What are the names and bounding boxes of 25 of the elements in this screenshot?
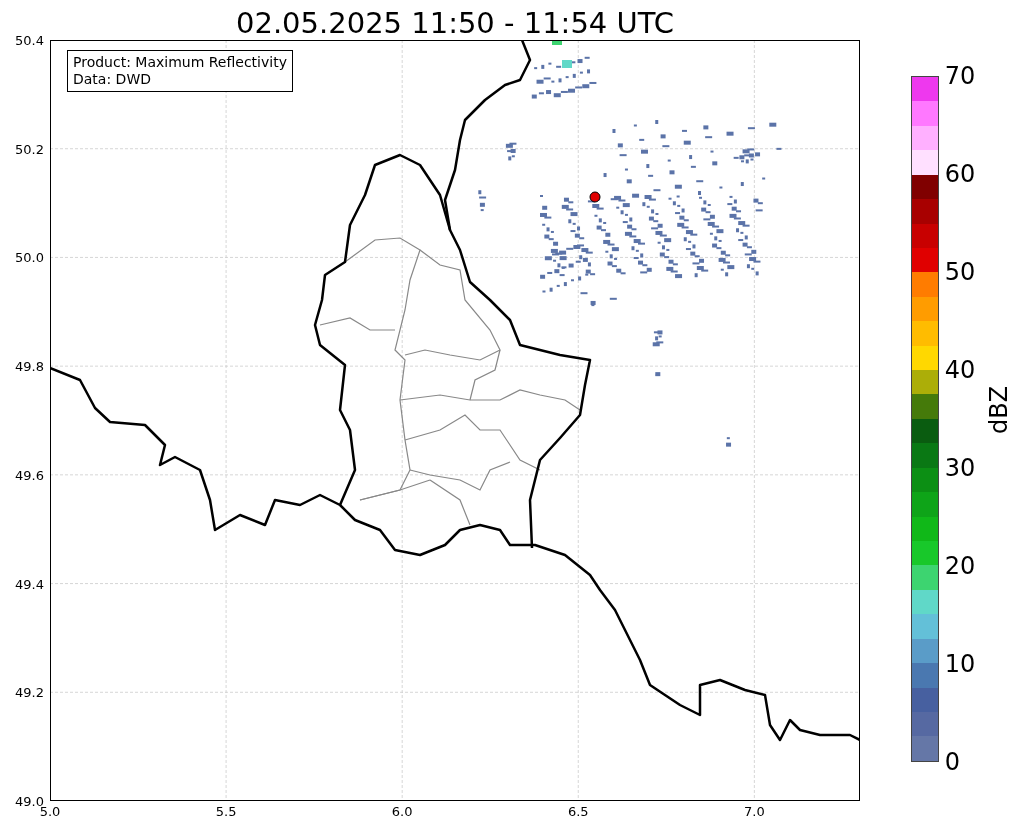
colorbar-label: dBZ bbox=[984, 385, 1013, 435]
colorbar-tick-label: 50 bbox=[944, 260, 976, 284]
chart-title: 02.05.2025 11:50 - 11:54 UTC bbox=[235, 8, 674, 40]
y-tick-label: 50.4 bbox=[15, 32, 44, 48]
x-tick-label: 5.5 bbox=[215, 804, 237, 819]
location-marker bbox=[589, 191, 601, 203]
colorbar-tick-label: 0 bbox=[944, 750, 961, 774]
legend-text: Product: Maximum Reflectivity bbox=[73, 54, 287, 71]
y-tick-label: 49.2 bbox=[15, 684, 44, 700]
colorbar-tick-label: 30 bbox=[944, 456, 976, 480]
y-tick-label: 50.2 bbox=[15, 141, 44, 157]
y-tick-label: 49.4 bbox=[15, 576, 44, 592]
colorbar-tick-label: 40 bbox=[944, 358, 976, 382]
x-tick-label: 6.0 bbox=[391, 804, 413, 819]
x-tick-label: 5.0 bbox=[39, 804, 61, 819]
colorbar-tick-label: 70 bbox=[944, 64, 976, 88]
y-tick-label: 50.0 bbox=[15, 249, 44, 265]
colorbar-tick-label: 20 bbox=[944, 554, 976, 578]
y-tick-label: 49.8 bbox=[15, 358, 44, 374]
colorbar-tick-label: 60 bbox=[944, 162, 976, 186]
x-tick-label: 6.5 bbox=[567, 804, 589, 819]
colorbar-tick-label: 10 bbox=[944, 652, 976, 676]
x-tick-label: 7.0 bbox=[744, 804, 765, 819]
legend-text: Data: DWD bbox=[73, 71, 152, 88]
y-tick-label: 49.6 bbox=[15, 467, 44, 483]
